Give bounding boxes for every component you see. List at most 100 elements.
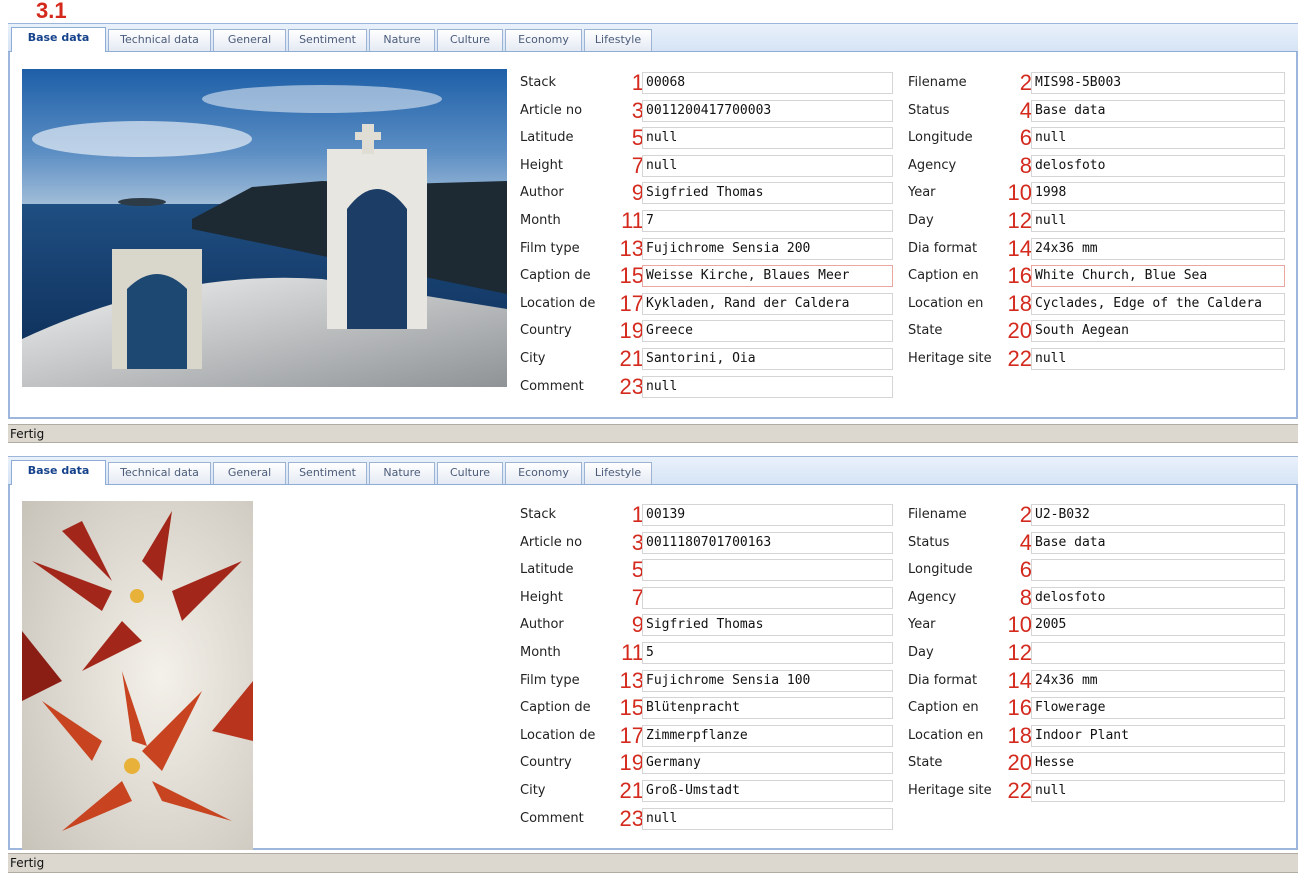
annotation-number: 5 [631,125,644,150]
field-city[interactable]: Santorini, Oia [642,348,893,370]
label-location-de: Location de [520,296,596,311]
field-location-de[interactable]: Zimmerpflanze [642,725,893,747]
label-month: Month [520,213,561,228]
label-country: Country [520,755,572,770]
field-heritage-site[interactable]: null [1031,348,1285,370]
annotation-number: 2 [1019,502,1032,527]
field-article-no[interactable]: 0011180701700163 [642,532,893,554]
label-caption-de: Caption de [520,700,591,715]
annotation-number: 19 [619,750,644,775]
annotation-number: 7 [631,153,644,178]
field-city[interactable]: Groß-Umstadt [642,780,893,802]
field-latitude[interactable] [642,559,893,581]
tab-general[interactable]: General [213,29,286,51]
field-state[interactable]: Hesse [1031,752,1285,774]
label-year: Year [908,617,936,632]
annotation-number: 14 [1007,668,1032,693]
label-heritage-site: Heritage site [908,783,992,798]
tab-technical-data[interactable]: Technical data [108,462,211,484]
field-latitude[interactable]: null [642,127,893,149]
field-status[interactable]: Base data [1031,532,1285,554]
tab-base-data[interactable]: Base data [11,460,106,485]
annotation-number: 15 [619,695,644,720]
field-caption-en[interactable]: White Church, Blue Sea [1031,265,1285,287]
field-dia-format[interactable]: 24x36 mm [1031,670,1285,692]
field-stack[interactable]: 00139 [642,504,893,526]
field-caption-en[interactable]: Flowerage [1031,697,1285,719]
tab-bar: Base data Technical data General Sentiment N… [8,457,1298,485]
tab-culture[interactable]: Culture [437,462,503,484]
annotation-number: 12 [1007,640,1032,665]
annotation-number: 4 [1019,530,1032,555]
label-height: Height [520,590,563,605]
field-height[interactable]: null [642,155,893,177]
annotation-number: 16 [1007,263,1032,288]
tab-culture[interactable]: Culture [437,29,503,51]
field-filename[interactable]: U2-B032 [1031,504,1285,526]
field-stack[interactable]: 00068 [642,72,893,94]
field-film-type[interactable]: Fujichrome Sensia 100 [642,670,893,692]
field-article-no[interactable]: 0011200417700003 [642,100,893,122]
field-location-en[interactable]: Cyclades, Edge of the Caldera [1031,293,1285,315]
annotation-number: 12 [1007,208,1032,233]
status-bar: Fertig [8,853,1298,873]
field-agency[interactable]: delosfoto [1031,587,1285,609]
annotation-number: 11 [621,208,644,233]
field-filename[interactable]: MIS98-5B003 [1031,72,1285,94]
field-location-en[interactable]: Indoor Plant [1031,725,1285,747]
field-film-type[interactable]: Fujichrome Sensia 200 [642,238,893,260]
field-comment[interactable]: null [642,376,893,398]
tab-sentiment[interactable]: Sentiment [288,29,367,51]
field-longitude[interactable]: null [1031,127,1285,149]
field-status[interactable]: Base data [1031,100,1285,122]
field-author[interactable]: Sigfried Thomas [642,182,893,204]
field-year[interactable]: 1998 [1031,182,1285,204]
tab-economy[interactable]: Economy [505,29,582,51]
tab-lifestyle[interactable]: Lifestyle [584,29,652,51]
field-month[interactable]: 7 [642,210,893,232]
annotation-number: 20 [1007,318,1032,343]
field-dia-format[interactable]: 24x36 mm [1031,238,1285,260]
tab-nature[interactable]: Nature [369,462,435,484]
field-day[interactable]: null [1031,210,1285,232]
label-height: Height [520,158,563,173]
label-month: Month [520,645,561,660]
label-dia-format: Dia format [908,673,978,688]
field-agency[interactable]: delosfoto [1031,155,1285,177]
field-country[interactable]: Germany [642,752,893,774]
tab-sentiment[interactable]: Sentiment [288,462,367,484]
field-month[interactable]: 5 [642,642,893,664]
field-comment[interactable]: null [642,808,893,830]
field-state[interactable]: South Aegean [1031,320,1285,342]
annotation-number: 13 [619,236,644,261]
field-country[interactable]: Greece [642,320,893,342]
label-day: Day [908,213,934,228]
field-caption-de[interactable]: Weisse Kirche, Blaues Meer [642,265,893,287]
field-height[interactable] [642,587,893,609]
field-location-de[interactable]: Kykladen, Rand der Caldera [642,293,893,315]
annotation-number: 6 [1019,557,1032,582]
step-badge: 3.1 [36,0,67,23]
annotation-number: 17 [619,723,644,748]
tab-base-data[interactable]: Base data [11,27,106,52]
tab-economy[interactable]: Economy [505,462,582,484]
field-year[interactable]: 2005 [1031,614,1285,636]
field-heritage-site[interactable]: null [1031,780,1285,802]
tab-general[interactable]: General [213,462,286,484]
field-day[interactable] [1031,642,1285,664]
label-location-de: Location de [520,728,596,743]
tab-technical-data[interactable]: Technical data [108,29,211,51]
annotation-number: 20 [1007,750,1032,775]
tab-bar: Base data Technical data General Sentiment N… [8,24,1298,52]
field-caption-de[interactable]: Blütenpracht [642,697,893,719]
label-film-type: Film type [520,673,580,688]
label-longitude: Longitude [908,130,973,145]
field-author[interactable]: Sigfried Thomas [642,614,893,636]
tab-nature[interactable]: Nature [369,29,435,51]
tab-lifestyle[interactable]: Lifestyle [584,462,652,484]
annotation-number: 2 [1019,70,1032,95]
label-heritage-site: Heritage site [908,351,992,366]
field-longitude[interactable] [1031,559,1285,581]
label-country: Country [520,323,572,338]
label-author: Author [520,185,564,200]
